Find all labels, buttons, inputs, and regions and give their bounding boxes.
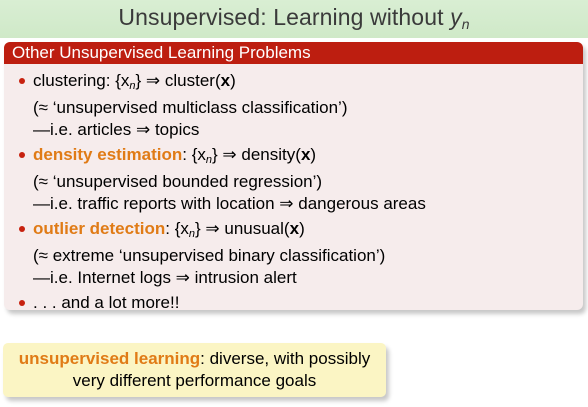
title-text: Unsupervised: Learning without [118,4,444,30]
slide-title: Unsupervised: Learning without yn [118,4,469,32]
summary-callout: unsupervised learning: diverse, with pos… [3,343,386,397]
list-item-density-estimation: density estimation: {xn} ⇒ density(x) (≈… [4,144,583,215]
callout-line-1: unsupervised learning: diverse, with pos… [3,343,386,370]
item-line-2: (≈ ‘unsupervised bounded regression’) [33,172,323,191]
bullet-icon [19,152,25,158]
item-formula: {xn} ⇒ cluster(x) [115,71,236,92]
item-head-highlight: density estimation [33,145,183,164]
bullet-icon [19,78,25,84]
bullet-icon [19,226,25,232]
item-line-3: —i.e. Internet logs ⇒ intrusion alert [33,268,297,287]
item-line-3: —i.e. traffic reports with location ⇒ da… [33,194,426,213]
block-header: Other Unsupervised Learning Problems [4,42,583,64]
list-item-clustering: clustering: {xn} ⇒ cluster(x) (≈ ‘unsupe… [4,70,583,141]
title-bar: Unsupervised: Learning without yn [0,0,588,38]
item-formula: {xn} ⇒ unusual(x) [174,219,305,240]
callout-line-2: very different performance goals [72,371,317,390]
item-line-2: (≈ ‘unsupervised multiclass classificati… [33,98,348,117]
title-variable: yn [450,4,470,32]
problems-list: clustering: {xn} ⇒ cluster(x) (≈ ‘unsupe… [4,64,583,314]
item-head-highlight: outlier detection [33,219,166,238]
item-line-3: —i.e. articles ⇒ topics [33,120,200,139]
item-line-1: clustering: {xn} ⇒ cluster(x) [33,71,236,92]
item-head: clustering [33,71,106,90]
list-item-more: . . . and a lot more!! [4,292,583,314]
item-line-2: (≈ extreme ‘unsupervised binary classifi… [33,246,386,265]
item-line-1: density estimation: {xn} ⇒ density(x) [33,145,317,166]
list-item-outlier-detection: outlier detection: {xn} ⇒ unusual(x) (≈ … [4,218,583,289]
problems-block: Other Unsupervised Learning Problems clu… [4,42,583,312]
callout-rest: : diverse, with possibly [200,349,371,368]
item-formula: {xn} ⇒ density(x) [191,145,317,166]
bullet-icon [19,300,25,306]
item-line-1: . . . and a lot more!! [33,293,180,312]
item-line-1: outlier detection: {xn} ⇒ unusual(x) [33,219,305,240]
callout-highlight: unsupervised learning [18,349,201,368]
